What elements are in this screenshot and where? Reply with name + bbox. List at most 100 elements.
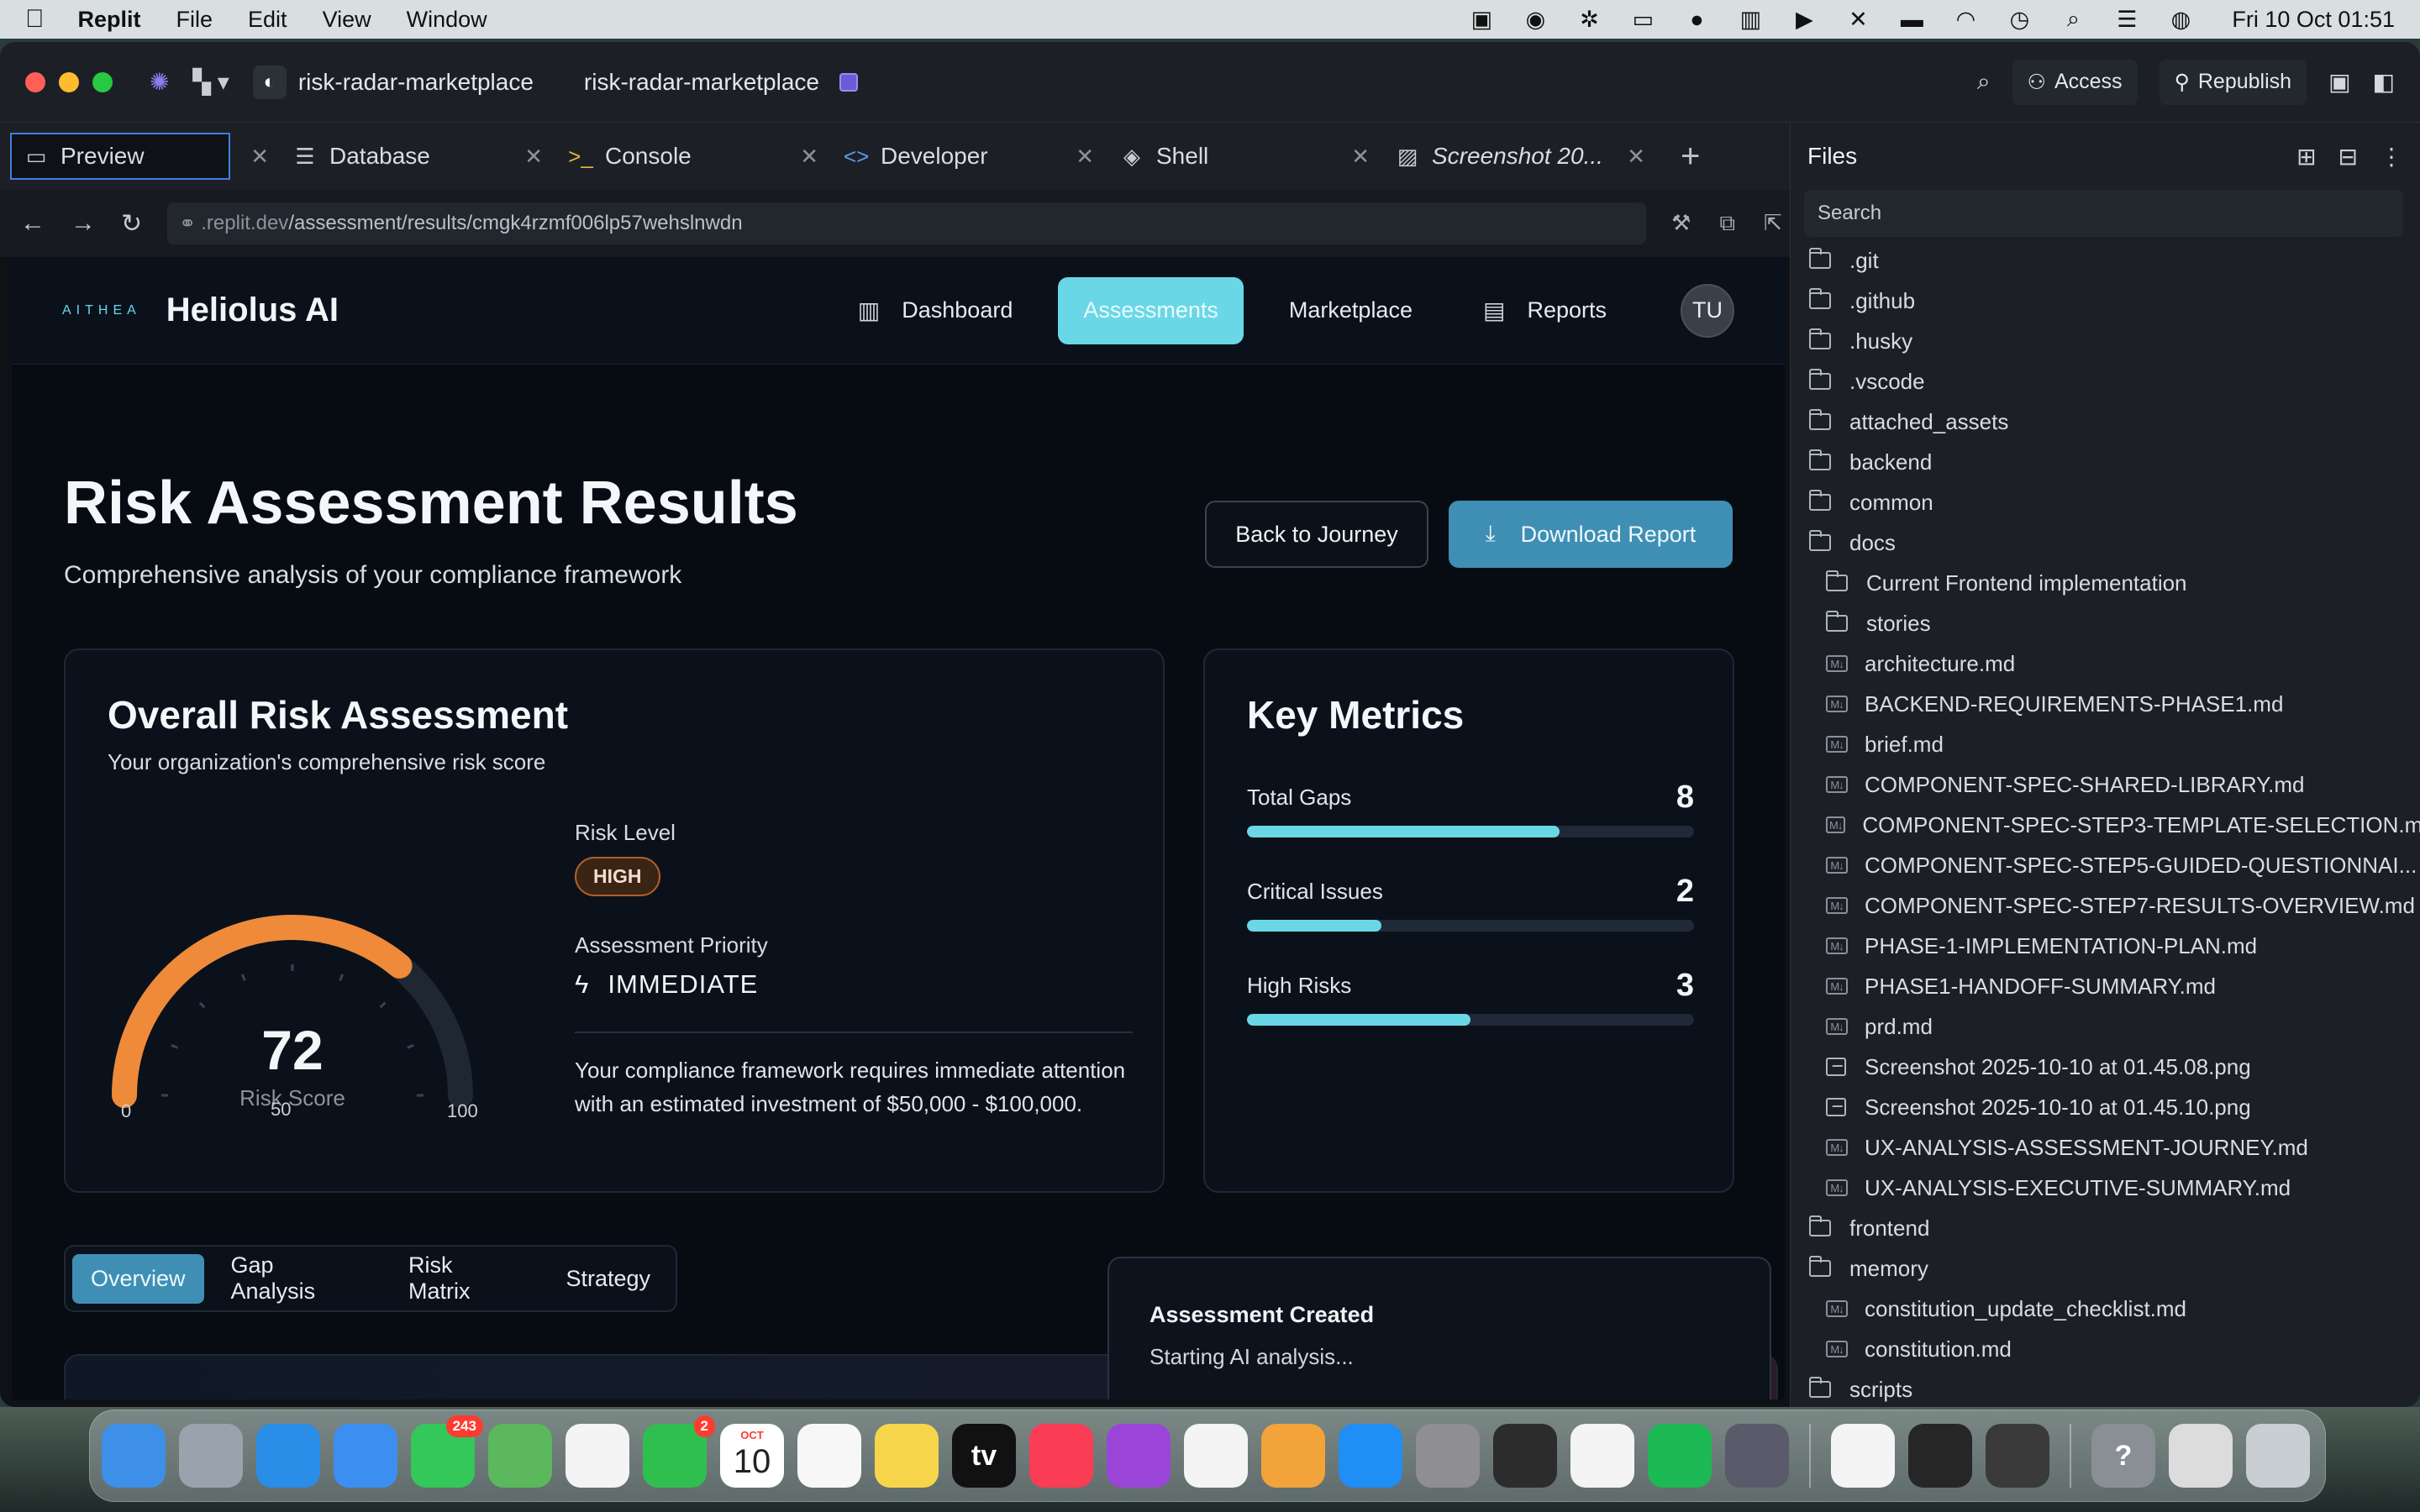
dock-mail-icon[interactable] <box>334 1424 397 1488</box>
menu-edit[interactable]: Edit <box>248 7 287 33</box>
file-tree-file[interactable]: M↓ brief.md <box>1791 724 2420 764</box>
layout-menu-icon[interactable]: ▚ ▾ <box>192 68 229 96</box>
dock-documents-icon[interactable] <box>2169 1424 2233 1488</box>
tab-gap-analysis[interactable]: Gap Analysis <box>213 1241 382 1316</box>
apple-menu-icon[interactable]:  <box>25 5 45 34</box>
wrench-icon[interactable]: ⚒ <box>1671 210 1691 237</box>
menu-file[interactable]: File <box>176 7 213 33</box>
nav-reports[interactable]: ▤ Reports <box>1458 277 1632 344</box>
dock-apple-tv-icon[interactable]: tv <box>952 1424 1016 1488</box>
dock-cube-app-icon[interactable] <box>1986 1424 2049 1488</box>
dock-music-icon[interactable] <box>1029 1424 1093 1488</box>
dock-chrome-icon[interactable] <box>1831 1424 1895 1488</box>
user-icon[interactable]: ● <box>1684 7 1709 32</box>
file-tree-file[interactable]: M↓ constitution.md <box>1791 1329 2420 1369</box>
tab-overview[interactable]: Overview <box>72 1253 204 1304</box>
file-tree-folder[interactable]: memory <box>1791 1248 2420 1289</box>
dock-replit-icon[interactable] <box>1908 1424 1972 1488</box>
project-name[interactable]: risk-radar-marketplace <box>298 69 534 96</box>
close-icon[interactable]: ✕ <box>1076 144 1094 170</box>
file-tree-folder[interactable]: attached_assets <box>1791 402 2420 442</box>
file-tree-folder[interactable]: frontend <box>1791 1208 2420 1248</box>
zoom-window-button[interactable] <box>92 71 113 92</box>
brand-logo[interactable]: AITHEA <box>62 303 141 318</box>
dock-reminders-icon[interactable] <box>797 1424 861 1488</box>
file-tree-folder[interactable]: .git <box>1791 240 2420 281</box>
dock-calendar-icon[interactable]: OCT 10 <box>720 1424 784 1488</box>
dock-messages-icon[interactable]: 243 <box>411 1415 483 1488</box>
file-tree-file[interactable]: M↓ COMPONENT-SPEC-SHARED-LIBRARY.md <box>1791 764 2420 805</box>
reload-icon[interactable]: ↻ <box>121 209 142 239</box>
back-arrow-icon[interactable]: ← <box>20 209 45 238</box>
file-tree-file[interactable]: Screenshot 2025-10-10 at 01.45.10.png <box>1791 1087 2420 1127</box>
file-tree-file[interactable]: M↓ PHASE1-HANDOFF-SUMMARY.md <box>1791 966 2420 1006</box>
spotlight-search-icon[interactable]: ⌕ <box>2060 6 2086 31</box>
menu-app-name[interactable]: Replit <box>78 7 141 33</box>
file-tree-file[interactable]: M↓ constitution_update_checklist.md <box>1791 1289 2420 1329</box>
devices-icon[interactable]: ⧉ <box>1719 210 1735 237</box>
file-tree-folder[interactable]: .vscode <box>1791 361 2420 402</box>
file-tree-folder[interactable]: scripts <box>1791 1369 2420 1407</box>
avatar[interactable]: TU <box>1681 283 1734 338</box>
access-button[interactable]: ⚇ Access <box>2012 59 2138 105</box>
bluetooth-off-icon[interactable]: ✕ <box>1845 7 1870 32</box>
perplexity-icon[interactable]: ✲ <box>1576 7 1602 32</box>
dock-app-store-icon[interactable] <box>1339 1424 1402 1488</box>
file-tree-file[interactable]: M↓ COMPONENT-SPEC-STEP7-RESULTS-OVERVIEW.… <box>1791 885 2420 926</box>
nav-dashboard[interactable]: ▥ Dashboard <box>833 277 1039 344</box>
close-icon[interactable]: ✕ <box>800 144 818 170</box>
replit-logo-icon[interactable]: ✺ <box>150 68 169 96</box>
memory-icon[interactable]: ▥ <box>1738 7 1763 32</box>
control-center-icon[interactable]: ☰ <box>2114 7 2139 32</box>
brand-name[interactable]: Heliolus AI <box>166 291 339 329</box>
forward-arrow-icon[interactable]: → <box>71 209 96 238</box>
file-tree-file[interactable]: M↓ COMPONENT-SPEC-STEP3-TEMPLATE-SELECTIO… <box>1791 805 2420 845</box>
file-tree-folder[interactable]: .husky <box>1791 321 2420 361</box>
file-tree-folder[interactable]: Current Frontend implementation <box>1791 563 2420 603</box>
close-icon[interactable]: ✕ <box>524 144 543 170</box>
dock-system-settings-icon[interactable] <box>1416 1424 1480 1488</box>
close-icon[interactable]: ✕ <box>1627 144 1645 170</box>
time-machine-icon[interactable]: ◷ <box>2007 7 2032 32</box>
more-options-icon[interactable]: ⋮ <box>2380 143 2403 171</box>
file-tree-folder[interactable]: backend <box>1791 442 2420 482</box>
tab-screenshot[interactable]: ▨ Screenshot 20... ✕ <box>1383 133 1654 180</box>
new-folder-icon[interactable]: ⊟ <box>2338 143 2358 171</box>
grammarly-icon[interactable]: ◉ <box>1523 7 1548 32</box>
file-tree-folder[interactable]: common <box>1791 482 2420 522</box>
open-external-icon[interactable]: ⇱ <box>1764 210 1782 237</box>
menu-view[interactable]: View <box>323 7 371 33</box>
download-report-button[interactable]: ⤓ Download Report <box>1449 501 1733 568</box>
file-tree-file[interactable]: M↓ PHASE-1-IMPLEMENTATION-PLAN.md <box>1791 926 2420 966</box>
dock-news-icon[interactable] <box>1184 1424 1248 1488</box>
project-name-secondary[interactable]: risk-radar-marketplace <box>584 69 819 96</box>
sidebar-toggle-icon[interactable]: ◧ <box>2373 68 2395 96</box>
tab-preview[interactable]: ▭ Preview ✕ <box>10 133 269 180</box>
back-to-journey-button[interactable]: Back to Journey <box>1205 501 1428 568</box>
tab-shell[interactable]: ◈ Shell ✕ <box>1107 133 1378 180</box>
file-tree-file[interactable]: M↓ UX-ANALYSIS-EXECUTIVE-SUMMARY.md <box>1791 1168 2420 1208</box>
file-tree-file[interactable]: M↓ architecture.md <box>1791 643 2420 684</box>
menu-clock[interactable]: Fri 10 Oct 01:51 <box>2232 7 2395 33</box>
display-icon[interactable]: ▭ <box>1630 7 1655 32</box>
close-icon[interactable]: ✕ <box>250 144 269 170</box>
dock-podcasts-icon[interactable] <box>1107 1424 1171 1488</box>
file-tree-file[interactable]: M↓ prd.md <box>1791 1006 2420 1047</box>
file-tree-file[interactable]: M↓ COMPONENT-SPEC-STEP5-GUIDED-QUESTIONNA… <box>1791 845 2420 885</box>
dock-safari-icon[interactable] <box>256 1424 320 1488</box>
play-icon[interactable]: ▶ <box>1791 7 1817 32</box>
dock-facetime-icon[interactable]: 2 <box>643 1415 715 1488</box>
nav-assessments[interactable]: Assessments <box>1058 276 1244 344</box>
dock-iphone-mirroring-icon[interactable] <box>1725 1424 1789 1488</box>
minimize-window-button[interactable] <box>59 71 79 92</box>
file-tree-folder[interactable]: .github <box>1791 281 2420 321</box>
dock-maps-icon[interactable] <box>488 1424 552 1488</box>
file-tree-folder[interactable]: stories <box>1791 603 2420 643</box>
siri-icon[interactable]: ◍ <box>2168 7 2193 32</box>
file-tree-folder[interactable]: docs <box>1791 522 2420 563</box>
republish-button[interactable]: ⚲ Republish <box>2159 59 2307 105</box>
dock-spotify-icon[interactable] <box>1648 1424 1712 1488</box>
dock-launchpad-icon[interactable] <box>179 1424 243 1488</box>
file-tree-file[interactable]: Screenshot 2025-10-10 at 01.45.08.png <box>1791 1047 2420 1087</box>
close-icon[interactable]: ✕ <box>1351 144 1370 170</box>
